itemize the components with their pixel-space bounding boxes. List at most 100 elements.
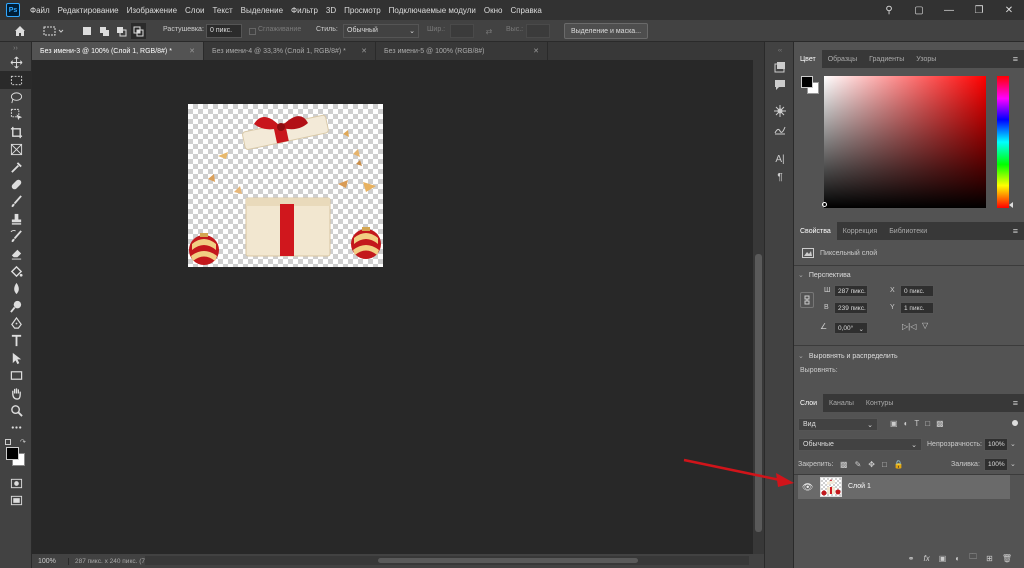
chevron-down-icon[interactable]: ⌄ — [1010, 440, 1016, 448]
hue-slider-handle[interactable] — [1009, 202, 1013, 208]
zoom-tool-icon[interactable] — [0, 402, 32, 419]
pen-tool-icon[interactable] — [0, 315, 32, 332]
fx-icon[interactable]: fx — [924, 554, 930, 563]
more-tools-icon[interactable] — [0, 419, 32, 436]
menu-plugins[interactable]: Подключаемые модули — [385, 6, 480, 15]
paragraph-panel-icon[interactable]: ¶ — [773, 170, 787, 184]
eraser-tool-icon[interactable] — [0, 245, 32, 262]
width-input[interactable] — [450, 24, 474, 38]
zoom-level[interactable]: 100% — [32, 558, 68, 565]
marquee-preset-icon[interactable] — [40, 23, 68, 39]
tab-document-4[interactable]: Без имени-4 @ 33,3% (Слой 1, RGB/8#) * ✕ — [204, 42, 376, 60]
tab-document-3[interactable]: Без имени-3 @ 100% (Слой 1, RGB/8#) * ✕ — [32, 42, 204, 60]
home-icon[interactable] — [8, 23, 32, 39]
transform-section-header[interactable]: ⌄ Перспектива — [794, 269, 1024, 281]
flip-vertical-icon[interactable]: ▽ — [922, 321, 928, 330]
close-icon[interactable]: ✕ — [533, 47, 539, 55]
style-select[interactable]: Обычный ⌄ — [343, 24, 419, 38]
menu-window[interactable]: Окно — [480, 6, 507, 15]
panel-menu-icon[interactable]: ≡ — [1013, 398, 1018, 408]
swap-icon[interactable]: ⇄ — [482, 23, 496, 39]
filter-toggle-icon[interactable] — [1012, 420, 1018, 426]
close-icon[interactable]: ✕ — [361, 47, 367, 55]
lock-artboard-icon[interactable]: □ — [882, 460, 887, 469]
hand-tool-icon[interactable] — [0, 384, 32, 401]
new-selection-icon[interactable] — [80, 23, 94, 39]
link-dimensions-icon[interactable] — [800, 292, 814, 308]
fill-input[interactable]: 100% — [984, 458, 1008, 471]
hue-slider[interactable] — [997, 76, 1009, 208]
horizontal-scroll-thumb[interactable] — [378, 558, 638, 563]
rectangle-tool-icon[interactable] — [0, 367, 32, 384]
path-selection-tool-icon[interactable] — [0, 350, 32, 367]
lock-transparency-icon[interactable]: ▩ — [840, 460, 848, 469]
collapse-icon[interactable]: ‹‹ — [773, 44, 787, 58]
tab-patterns[interactable]: Узоры — [910, 50, 942, 68]
toolbar-grip-icon[interactable]: ›› — [0, 42, 31, 54]
panel-menu-icon[interactable]: ≡ — [1013, 226, 1018, 236]
height-input[interactable]: 239 пикс. — [834, 302, 868, 314]
history-panel-icon[interactable] — [773, 60, 787, 74]
photoshop-logo[interactable]: Ps — [6, 3, 20, 17]
move-tool-icon[interactable] — [0, 54, 32, 71]
tab-channels[interactable]: Каналы — [823, 394, 860, 412]
foreground-color-swatch[interactable] — [6, 446, 19, 460]
x-input[interactable]: 0 пикс. — [900, 285, 934, 297]
blur-tool-icon[interactable] — [0, 280, 32, 297]
layer-row[interactable]: 👁 Слой 1 — [798, 475, 1010, 499]
menu-edit[interactable]: Редактирование — [54, 6, 123, 15]
menu-help[interactable]: Справка — [506, 6, 545, 15]
foreground-color-swatch[interactable] — [801, 76, 813, 88]
menu-type[interactable]: Текст — [208, 6, 236, 15]
width-input[interactable]: 287 пикс. — [834, 285, 868, 297]
history-brush-tool-icon[interactable] — [0, 228, 32, 245]
tab-adjustments[interactable]: Коррекция — [837, 222, 883, 240]
restore-icon[interactable]: ❐ — [964, 0, 994, 20]
color-picker-handle[interactable] — [822, 202, 827, 207]
close-icon[interactable]: ✕ — [189, 47, 195, 55]
filter-adjustment-icon[interactable]: ◐ — [904, 419, 909, 428]
marquee-tool-icon[interactable] — [0, 71, 32, 89]
filter-shape-icon[interactable]: □ — [925, 419, 930, 428]
filter-smart-icon[interactable]: ▩ — [936, 419, 944, 428]
tab-color[interactable]: Цвет — [794, 50, 822, 68]
default-colors-icon[interactable] — [5, 438, 11, 445]
menu-3d[interactable]: 3D — [322, 6, 340, 15]
close-icon[interactable]: ✕ — [994, 0, 1024, 20]
screen-mode-icon[interactable] — [0, 492, 32, 509]
menu-select[interactable]: Выделение — [237, 6, 287, 15]
y-input[interactable]: 1 пикс. — [900, 302, 934, 314]
layer-filter-select[interactable]: Вид ⌄ — [798, 418, 878, 431]
align-section-header[interactable]: ⌄ Выровнять и распределить — [794, 350, 1024, 362]
menu-image[interactable]: Изображение — [123, 6, 181, 15]
brush-tool-icon[interactable] — [0, 193, 32, 210]
subtract-selection-icon[interactable] — [114, 23, 128, 39]
intersect-selection-icon[interactable] — [131, 23, 146, 39]
tab-properties[interactable]: Свойства — [794, 222, 837, 240]
tab-gradients[interactable]: Градиенты — [863, 50, 910, 68]
tab-layers[interactable]: Слои — [794, 394, 824, 412]
search-icon[interactable]: ⚲ — [874, 0, 904, 20]
menu-layers[interactable]: Слои — [181, 6, 208, 15]
character-panel-icon[interactable]: A| — [773, 152, 787, 166]
tab-swatches[interactable]: Образцы — [822, 50, 863, 68]
lasso-tool-icon[interactable] — [0, 89, 32, 106]
healing-brush-tool-icon[interactable] — [0, 176, 32, 193]
eye-visibility-icon[interactable]: 👁 — [802, 482, 813, 493]
minimize-icon[interactable]: — — [934, 0, 964, 20]
tab-document-5[interactable]: Без имени-5 @ 100% (RGB/8#) ✕ — [376, 42, 548, 60]
lock-all-icon[interactable]: 🔒 — [894, 460, 904, 469]
filter-pixel-icon[interactable]: ▣ — [890, 419, 898, 428]
chevron-down-icon[interactable]: ⌄ — [1010, 460, 1016, 468]
opacity-input[interactable]: 100% — [984, 438, 1008, 451]
menu-file[interactable]: Файл — [26, 6, 54, 15]
blend-mode-select[interactable]: Обычные ⌄ — [798, 438, 922, 451]
link-icon[interactable]: ⚭ — [908, 554, 915, 563]
adjustment-icon[interactable]: ◐ — [955, 554, 960, 563]
object-select-tool-icon[interactable] — [0, 106, 32, 123]
angle-input[interactable]: 0,00° ⌄ — [834, 322, 868, 334]
comments-panel-icon[interactable] — [773, 78, 787, 92]
brush-settings-icon[interactable] — [773, 122, 787, 136]
document-info[interactable]: 287 пикс. x 240 пикс. (72 ppi) — [68, 557, 161, 565]
new-layer-icon[interactable]: ⊞ — [986, 554, 993, 563]
